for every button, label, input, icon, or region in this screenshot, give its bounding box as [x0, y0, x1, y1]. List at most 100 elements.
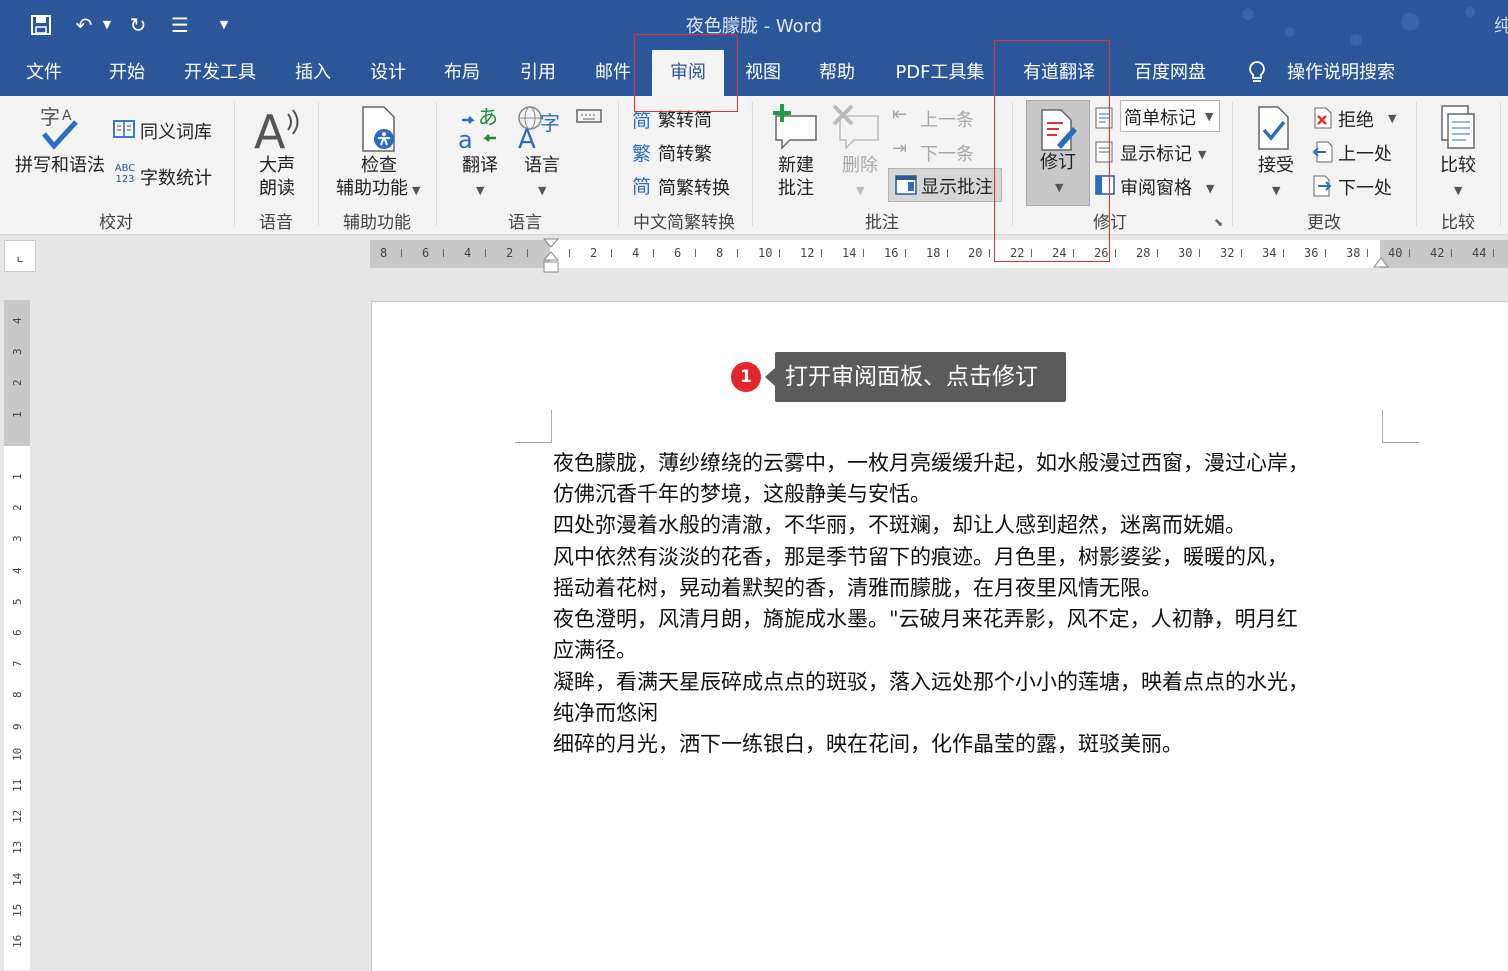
chevron-down-icon[interactable]: ▼: [1206, 182, 1214, 195]
tab-insert[interactable]: 插入: [284, 50, 342, 96]
chevron-down-icon[interactable]: ▼: [1388, 112, 1396, 125]
svg-text:A: A: [254, 105, 286, 152]
tab-file[interactable]: 文件: [14, 50, 74, 96]
tab-pdf-tools[interactable]: PDF工具集: [886, 50, 994, 96]
ruler-tick-mark: [1157, 249, 1158, 257]
ruler-tick-label: 32: [1220, 246, 1235, 260]
ruler-tick-label: 13: [11, 841, 24, 855]
delete-comment-button[interactable]: 删除: [830, 154, 890, 177]
document-line[interactable]: 应满径。: [553, 634, 637, 664]
document-line[interactable]: 夜色澄明，风清月朗，旖旎成水墨。"云破月来花弄影，风不定，人初静，明月红: [553, 603, 1298, 633]
delete-comment-icon: [832, 104, 882, 154]
keyboard-icon[interactable]: [576, 106, 602, 128]
group-label-comments: 批注: [865, 213, 899, 233]
accept-button[interactable]: 接受: [1246, 154, 1306, 177]
reviewing-pane-button[interactable]: 审阅窗格: [1120, 174, 1192, 200]
document-line[interactable]: 四处弥漫着水般的清澈，不华丽，不斑斓，却让人感到超然，迷离而妩媚。: [553, 509, 1246, 539]
group-label-proofing: 校对: [99, 213, 133, 233]
previous-comment-button[interactable]: 上一条: [920, 106, 974, 132]
ruler-tick-mark: [1241, 249, 1242, 257]
ruler-tick-label: 1: [11, 410, 24, 418]
ruler-tick-mark: [737, 249, 738, 257]
document-line[interactable]: 仿佛沉香千年的梦境，这般静美与安恬。: [553, 478, 931, 508]
ruler-tick-mark: [569, 249, 570, 257]
check-accessibility-button-line1[interactable]: 检查: [334, 154, 424, 177]
ruler-tick-mark: [485, 249, 486, 257]
tab-view[interactable]: 视图: [734, 50, 792, 96]
tab-developer[interactable]: 开发工具: [176, 50, 264, 96]
horizontal-ruler[interactable]: 8 6 4 2 2 4 6 8 10 12 14 16 18 20 22 24 26 28 30 32 34 36 38 40…: [370, 240, 1508, 268]
tab-design[interactable]: 设计: [360, 50, 416, 96]
group-separator: [752, 102, 753, 226]
word-count-button[interactable]: 字数统计: [140, 164, 212, 190]
ruler-tick-label: 38: [1346, 246, 1361, 260]
show-markup-button[interactable]: 显示标记: [1120, 140, 1192, 166]
document-line[interactable]: 纯净而悠闲: [553, 697, 658, 727]
ruler-tick-mark: [1325, 249, 1326, 257]
previous-change-button[interactable]: 上一处: [1338, 140, 1392, 166]
tab-layout[interactable]: 布局: [434, 50, 490, 96]
chevron-down-icon[interactable]: ▼: [1198, 148, 1206, 161]
right-indent-marker-icon[interactable]: [1373, 256, 1389, 270]
reject-icon: [1312, 106, 1334, 134]
thesaurus-button[interactable]: 同义词库: [140, 118, 212, 144]
markup-select[interactable]: 简单标记 ▼: [1120, 100, 1220, 132]
ruler-tick-label: 3: [11, 348, 24, 356]
spelling-grammar-button[interactable]: 拼写和语法: [12, 154, 108, 177]
margin-corner-top-right: [1382, 410, 1419, 443]
indent-marker-icon[interactable]: [543, 238, 559, 274]
ruler-tick-label: 8: [11, 691, 24, 699]
step-badge: 1: [731, 362, 761, 392]
ribbon-tabs: 文件 开始 开发工具 插入 设计 布局 引用 邮件 审阅 视图 帮助 PDF工具…: [0, 50, 1508, 96]
ruler-tick-label: 4: [11, 317, 24, 324]
chevron-down-icon[interactable]: ▼: [1272, 184, 1280, 197]
ruler-tick-label: 14: [842, 246, 857, 260]
title-decoration: [1242, 7, 1475, 46]
ruler-tick-mark: [401, 249, 402, 257]
next-comment-button[interactable]: 下一条: [920, 140, 974, 166]
language-button[interactable]: 语言: [514, 154, 570, 177]
show-comments-toggle[interactable]: 显示批注: [888, 168, 1002, 202]
new-comment-button-line1[interactable]: 新建: [766, 154, 826, 177]
read-aloud-button-line2[interactable]: 朗读: [246, 177, 308, 200]
ruler-tick-mark: [779, 249, 780, 257]
ruler-tick-mark: [1409, 249, 1410, 257]
ruler-tick-label: 14: [11, 872, 24, 886]
tab-home[interactable]: 开始: [98, 50, 156, 96]
tab-help[interactable]: 帮助: [808, 50, 866, 96]
chevron-down-icon[interactable]: ▼: [412, 184, 420, 197]
chevron-down-icon[interactable]: ▼: [1454, 184, 1462, 197]
ruler-tick-label: 42: [1430, 246, 1445, 260]
simplified-to-traditional-button[interactable]: 简转繁: [658, 140, 712, 166]
document-line[interactable]: 夜色朦胧，薄纱缭绕的云雾中，一枚月亮缓缓升起，如水般漫过西窗，漫过心岸，: [553, 447, 1309, 477]
new-comment-button-line2[interactable]: 批注: [766, 177, 826, 200]
group-label-accessibility: 辅助功能: [343, 213, 411, 233]
ruler-tick-label: 12: [800, 246, 815, 260]
show-comments-label: 显示批注: [921, 177, 993, 198]
document-line[interactable]: 风中依然有淡淡的花香，那是季节留下的痕迹。月色里，树影婆娑，暖暖的风，: [553, 541, 1288, 571]
vertical-ruler[interactable]: 4 3 2 1 1 2 3 4 5 6 7 8 9 10 11 12 13 14 15 16: [4, 300, 30, 970]
document-line[interactable]: 凝眸，看满天星辰碎成点点的斑驳，落入远处那个小小的莲塘，映着点点的水光，: [553, 666, 1309, 696]
tell-me-search[interactable]: 操作说明搜索: [1280, 50, 1402, 96]
read-aloud-button-line1[interactable]: 大声: [246, 154, 308, 177]
tab-references[interactable]: 引用: [508, 50, 568, 96]
tab-baidu-pan[interactable]: 百度网盘: [1122, 50, 1218, 96]
chevron-down-icon[interactable]: ▼: [538, 184, 546, 197]
tab-selector-icon[interactable]: ⌞: [4, 240, 36, 272]
ruler-tick-label: 16: [11, 934, 24, 948]
chevron-down-icon[interactable]: ▼: [856, 184, 864, 197]
ruler-margin-left: [370, 240, 550, 268]
ruler-tick-label: 10: [758, 246, 773, 260]
chinese-conversion-button[interactable]: 简繁转换: [658, 174, 730, 200]
document-line[interactable]: 细碎的月光，洒下一练银白，映在花间，化作晶莹的露，斑驳美丽。: [553, 728, 1183, 758]
chevron-down-icon[interactable]: ▼: [476, 184, 484, 197]
document-line[interactable]: 摇动着花树，晃动着默契的香，清雅而朦胧，在月夜里风情无限。: [553, 572, 1162, 602]
next-change-button[interactable]: 下一处: [1338, 174, 1392, 200]
compare-button[interactable]: 比较: [1428, 154, 1488, 177]
compare-icon: [1436, 104, 1480, 156]
markup-select-value: 简单标记: [1124, 108, 1196, 129]
translate-button[interactable]: 翻译: [452, 154, 508, 177]
reject-button[interactable]: 拒绝: [1338, 106, 1374, 132]
check-accessibility-button-line2[interactable]: 辅助功能: [330, 177, 414, 200]
dialog-launcher-icon[interactable]: ⬊: [1214, 216, 1223, 229]
